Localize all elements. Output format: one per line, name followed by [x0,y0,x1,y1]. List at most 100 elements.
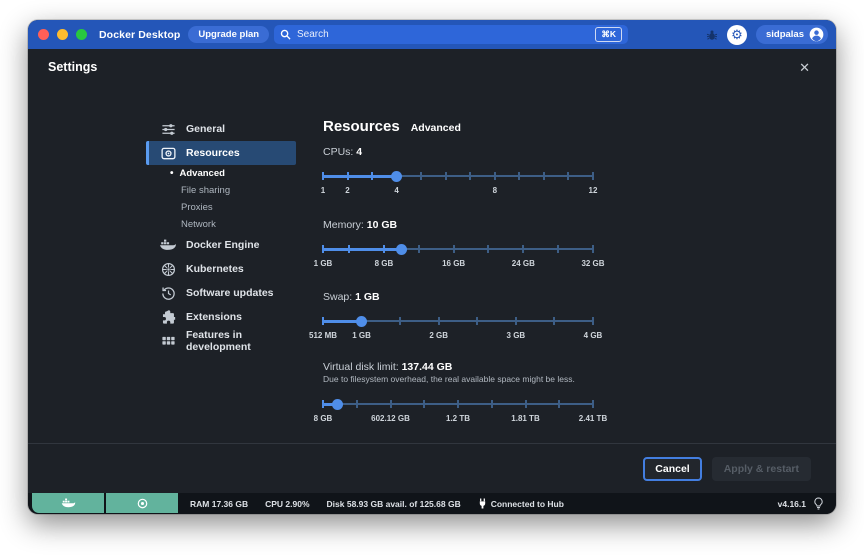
tick-label: 24 GB [512,259,535,268]
memory-slider-track[interactable] [323,242,593,256]
swap-slider-track[interactable] [323,314,593,328]
resources-icon [160,145,176,161]
sidebar-subitem-advanced[interactable]: • Advanced [146,165,296,182]
section-subtitle: Advanced [411,122,461,134]
cpus-slider-thumb[interactable] [391,171,402,182]
tick-mark [453,245,455,253]
swap-slider-group: Swap: 1 GB512 MB1 GB2 GB3 GB4 GB [323,291,593,303]
virtual-disk-limit-slider-thumb[interactable] [332,399,343,410]
tick-mark [487,245,489,253]
virtual-disk-limit-slider-track[interactable] [323,397,593,411]
upgrade-plan-button[interactable]: Upgrade plan [188,26,269,43]
docker-desktop-window: Docker Desktop Upgrade plan Search ⌘K ⚙ … [28,20,836,514]
virtual-disk-limit-label: Virtual disk limit: 137.44 GB [323,361,593,373]
sidebar-label: Resources [186,147,240,159]
tick-mark [438,317,440,325]
swap-value: 1 GB [355,291,380,303]
minimize-window-button[interactable] [57,29,68,40]
sidebar-item-features-in-development[interactable]: Features in development [146,329,296,353]
sidebar-subitem-network[interactable]: Network [146,216,296,233]
tick-mark [445,172,447,180]
sidebar-item-general[interactable]: General [146,117,296,141]
search-input[interactable]: Search ⌘K [274,25,628,44]
tips-lightbulb-icon[interactable] [813,497,824,510]
sidebar-label: Software updates [186,287,274,299]
sidebar-label: File sharing [181,185,230,196]
bug-report-icon[interactable] [706,29,718,41]
tick-label: 8 GB [314,414,333,423]
virtual-disk-limit-tick-labels: 8 GB602.12 GB1.2 TB1.81 TB2.41 TB [323,414,593,424]
tick-mark [592,400,594,408]
active-bullet: • [170,169,174,179]
sidebar-item-resources[interactable]: Resources [146,141,296,165]
plug-icon [478,498,487,509]
close-settings-button[interactable]: ✕ [797,58,812,78]
app-title: Docker Desktop [99,29,180,41]
tick-mark [356,400,358,408]
tick-mark [322,400,324,408]
tick-mark [457,400,459,408]
tick-mark [347,172,349,180]
tick-mark [418,245,420,253]
sidebar-label: Proxies [181,202,213,213]
memory-label: Memory: 10 GB [323,219,593,231]
virtual-disk-limit-note: Due to filesystem overhead, the real ava… [323,374,575,384]
sidebar-label: Network [181,219,216,230]
tick-label: 1.2 TB [446,414,470,423]
tick-label: 512 MB [309,331,337,340]
tick-mark [322,317,324,325]
tick-label: 1 GB [314,259,333,268]
engine-running-indicator[interactable] [32,493,104,513]
tick-label: 2 [345,186,349,195]
tick-mark [399,317,401,325]
tick-mark [525,400,527,408]
sidebar-label: General [186,123,225,135]
tick-mark [390,400,392,408]
sidebar-item-kubernetes[interactable]: Kubernetes [146,257,296,281]
swap-slider-thumb[interactable] [356,316,367,327]
tick-mark [515,317,517,325]
sliders-icon [160,121,176,137]
tick-mark [553,317,555,325]
sidebar-item-extensions[interactable]: Extensions [146,305,296,329]
search-shortcut-badge: ⌘K [595,27,622,42]
tick-mark [567,172,569,180]
whale-status-icon [61,498,76,509]
scan-status-indicator[interactable] [106,493,178,513]
tick-label: 8 GB [375,259,394,268]
tick-mark [420,172,422,180]
tick-label: 602.12 GB [371,414,410,423]
tick-mark [494,172,496,180]
sidebar-label: Kubernetes [186,263,244,275]
cancel-button[interactable]: Cancel [643,457,701,481]
sidebar-label: Features in development [186,329,296,353]
tick-mark [557,245,559,253]
sidebar-subitem-file-sharing[interactable]: File sharing [146,182,296,199]
account-menu[interactable]: sidpalas [756,25,828,44]
tick-mark [518,172,520,180]
cpus-slider-track[interactable] [323,169,593,183]
sidebar-item-software-updates[interactable]: Software updates [146,281,296,305]
swap-label: Swap: 1 GB [323,291,593,303]
tick-mark [469,172,471,180]
track-fill [323,248,401,251]
cpus-slider-group: CPUs: 4124812 [323,146,593,158]
tick-label: 4 GB [584,331,603,340]
zoom-window-button[interactable] [76,29,87,40]
cpus-tick-labels: 124812 [323,186,593,196]
tick-label: 3 GB [507,331,526,340]
tick-label: 1.81 TB [511,414,539,423]
username: sidpalas [766,29,804,40]
tick-mark [383,245,385,253]
settings-gear-icon[interactable]: ⚙ [727,25,747,45]
cpus-label: CPUs: 4 [323,146,593,158]
hub-connection-status: Connected to Hub [478,498,564,509]
tick-mark [322,172,324,180]
close-window-button[interactable] [38,29,49,40]
sidebar-item-docker-engine[interactable]: Docker Engine [146,233,296,257]
tick-mark [592,172,594,180]
sidebar-subitem-proxies[interactable]: Proxies [146,199,296,216]
tick-mark [592,317,594,325]
apply-restart-button[interactable]: Apply & restart [712,457,811,481]
memory-slider-thumb[interactable] [396,244,407,255]
